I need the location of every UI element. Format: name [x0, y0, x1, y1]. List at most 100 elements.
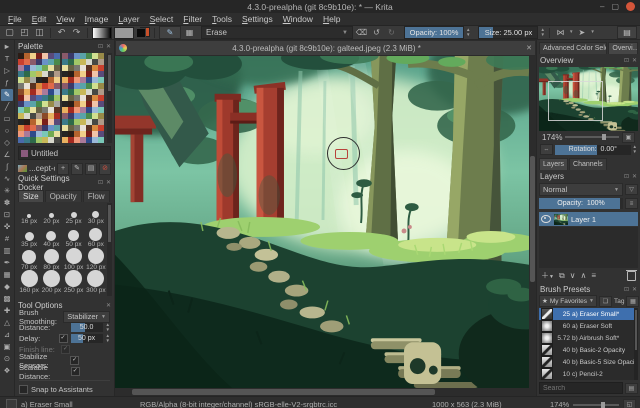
- float-docker-icon[interactable]: ⊡: [98, 179, 103, 186]
- tool-zoom-tool[interactable]: ⊙: [1, 353, 13, 365]
- tab-channels[interactable]: Channels: [569, 158, 607, 170]
- layer-visibility-eye-icon[interactable]: [541, 215, 551, 223]
- tool-polyline[interactable]: ∠: [1, 149, 13, 161]
- preset-display-mode-button[interactable]: ▦: [626, 295, 640, 307]
- size-option[interactable]: 35 px: [18, 226, 40, 249]
- distance-input[interactable]: 50.0: [70, 323, 103, 332]
- move-layer-down-button[interactable]: ∨: [570, 271, 576, 280]
- size-option[interactable]: [63, 295, 85, 296]
- palette-docker-header[interactable]: Palette ⊡ ✕: [15, 40, 114, 52]
- tool-enclose-fill[interactable]: ▩: [1, 293, 13, 305]
- tool-select-shapes[interactable]: ►: [1, 41, 13, 53]
- palette-file-select[interactable]: ...cept-cookie: [18, 164, 55, 173]
- palette-scrollbar[interactable]: [107, 53, 112, 143]
- tool-pan-tool[interactable]: ❖: [1, 365, 13, 377]
- edit-brush-settings-button[interactable]: ✎: [159, 26, 181, 39]
- size-option[interactable]: 40 px: [40, 226, 62, 249]
- tool-rectangle[interactable]: ▭: [1, 113, 13, 125]
- choose-workspace-button[interactable]: ▤: [617, 26, 637, 39]
- gradient-chooser[interactable]: [92, 26, 112, 39]
- tag-icon[interactable]: ❏: [599, 295, 612, 307]
- overview-view-rectangle[interactable]: [548, 81, 603, 121]
- pattern-chooser[interactable]: [114, 26, 134, 39]
- tab-flow[interactable]: Flow: [82, 190, 110, 202]
- quick-settings-docker-header[interactable]: Quick Settings Docker ⊡ ✕: [15, 174, 114, 192]
- mirror-icon[interactable]: ⋈: [554, 27, 567, 38]
- menu-edit[interactable]: Edit: [27, 14, 52, 24]
- size-option[interactable]: 16 px: [18, 203, 40, 226]
- tab-size[interactable]: Size: [18, 190, 44, 202]
- brush-smoothing-select[interactable]: Stabilizer ▼: [63, 310, 110, 323]
- menu-select[interactable]: Select: [145, 14, 179, 24]
- undo-icon[interactable]: ↶: [55, 27, 68, 38]
- rotation-input[interactable]: Rotation: 0.00°: [555, 144, 631, 155]
- tool-dynamic-brush[interactable]: ✳: [1, 185, 13, 197]
- menu-window[interactable]: Window: [278, 14, 318, 24]
- open-document-icon[interactable]: ◰: [18, 27, 31, 38]
- size-option[interactable]: [85, 295, 107, 296]
- brush-presets-docker-header[interactable]: Brush Presets ⊡ ✕: [537, 283, 640, 295]
- opacity-spinner[interactable]: ▲ ▼: [466, 27, 470, 37]
- size-option[interactable]: 300 px: [85, 270, 107, 295]
- size-option[interactable]: 250 px: [63, 270, 85, 295]
- tool-multibrush[interactable]: ✽: [1, 197, 13, 209]
- size-option[interactable]: 25 px: [63, 203, 85, 226]
- tool-polygon[interactable]: ◇: [1, 137, 13, 149]
- overview-thumbnail[interactable]: [539, 67, 638, 131]
- minimize-button[interactable]: –: [600, 2, 604, 11]
- size-spinner[interactable]: ▲ ▼: [540, 27, 544, 37]
- palette-swatch[interactable]: [98, 137, 104, 143]
- snap-to-assistants-checkbox[interactable]: [19, 385, 28, 394]
- tool-bezier-curve[interactable]: ∫: [1, 161, 13, 173]
- maximize-button[interactable]: ▢: [611, 2, 619, 11]
- overview-zoom-button[interactable]: ▣: [622, 131, 635, 143]
- layer-properties-button[interactable]: ≡: [591, 271, 596, 280]
- menu-filter[interactable]: Filter: [178, 14, 207, 24]
- tool-reference-images[interactable]: ▣: [1, 341, 13, 353]
- save-icon[interactable]: ◫: [33, 27, 46, 38]
- eraser-mode-icon[interactable]: ⌫: [355, 27, 368, 38]
- tool-gradient[interactable]: ▥: [1, 245, 13, 257]
- close-docker-icon[interactable]: ✕: [632, 286, 637, 293]
- layer-row[interactable]: Layer 1: [539, 212, 638, 226]
- document-titlebar[interactable]: 4.3.0-prealpha (git 8c9b10e): galteed.jp…: [115, 40, 536, 56]
- tool-pattern-edit[interactable]: ▦: [1, 269, 13, 281]
- brush-presets-grid-icon[interactable]: ▦: [183, 27, 196, 38]
- float-docker-icon[interactable]: ⊡: [98, 43, 103, 50]
- overview-docker-header[interactable]: Overview ⊡ ✕: [537, 54, 640, 66]
- add-layer-button[interactable]: ＋▼: [541, 270, 554, 281]
- canvas-painting[interactable]: [115, 56, 529, 388]
- tool-freehand-brush[interactable]: ✎: [1, 89, 13, 101]
- snap-icon[interactable]: ➤: [575, 27, 588, 38]
- close-docker-icon[interactable]: ✕: [632, 57, 637, 64]
- tool-ellipse[interactable]: ○: [1, 125, 13, 137]
- tool-freehand-path[interactable]: ∿: [1, 173, 13, 185]
- tool-move[interactable]: ✜: [1, 221, 13, 233]
- layer-options-menu-button[interactable]: ≡: [625, 198, 638, 209]
- size-option[interactable]: [18, 295, 40, 296]
- size-option[interactable]: 120 px: [85, 248, 107, 272]
- remove-palette-button[interactable]: ⊘: [99, 162, 111, 175]
- size-option[interactable]: 100 px: [63, 248, 85, 272]
- size-option[interactable]: 30 px: [85, 203, 107, 226]
- preset-list-scrollbar[interactable]: [634, 308, 638, 380]
- tool-assistants[interactable]: △: [1, 317, 13, 329]
- mirror-view-icon[interactable]: ⇔: [540, 144, 553, 155]
- float-docker-icon[interactable]: ⊡: [624, 286, 629, 293]
- layer-list-empty-area[interactable]: [539, 227, 638, 268]
- size-option[interactable]: 160 px: [18, 270, 40, 295]
- preset-row[interactable]: 10 c) Pencil-2: [539, 368, 638, 380]
- size-option[interactable]: 50 px: [63, 226, 85, 249]
- size-option[interactable]: 20 px: [40, 203, 62, 226]
- menu-settings[interactable]: Settings: [237, 14, 278, 24]
- close-docker-icon[interactable]: ✕: [632, 173, 637, 180]
- blending-mode-select[interactable]: Erase ▼: [201, 26, 353, 39]
- preset-row[interactable]: 25 a) Eraser Small*: [539, 308, 638, 320]
- tab-layers[interactable]: Layers: [539, 158, 569, 170]
- duplicate-layer-button[interactable]: ⧉: [559, 271, 565, 281]
- tool-color-sampler[interactable]: ✒: [1, 257, 13, 269]
- close-docker-icon[interactable]: ✕: [106, 179, 111, 186]
- tool-smart-patch[interactable]: ✚: [1, 305, 13, 317]
- size-option[interactable]: 200 px: [40, 270, 62, 295]
- tag-filter-select[interactable]: ★ My Favorites ▼: [539, 295, 597, 307]
